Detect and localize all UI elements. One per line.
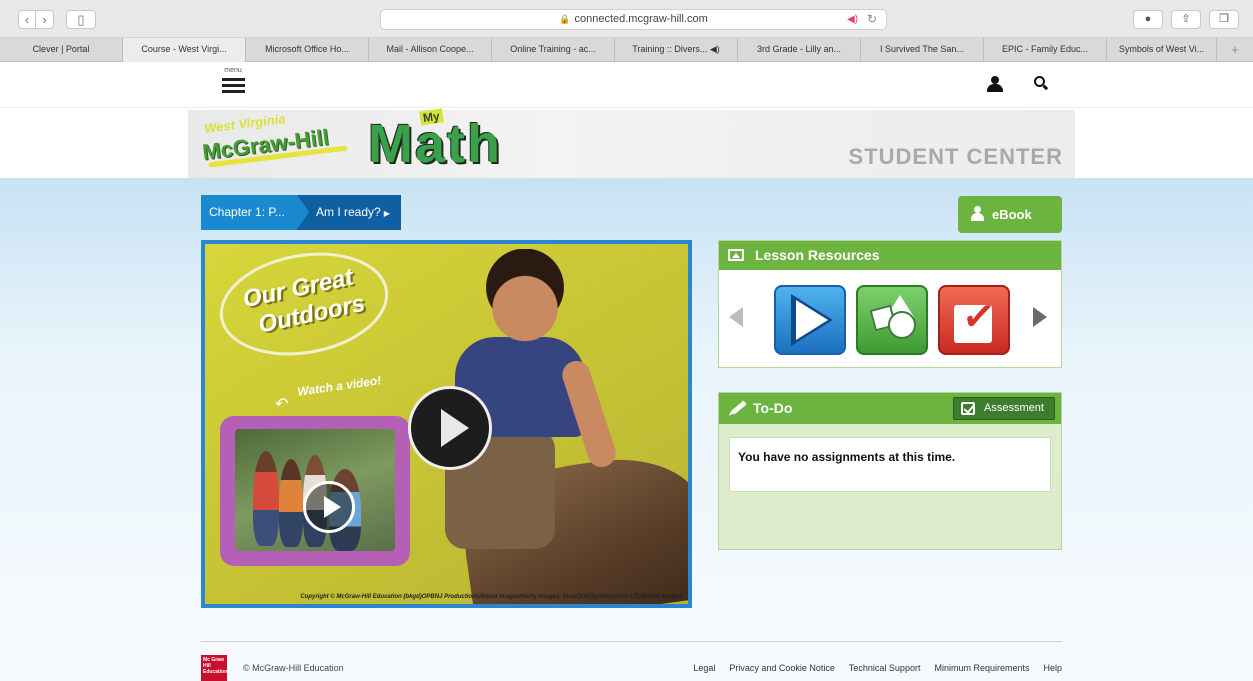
menu-button[interactable]: menu: [220, 67, 246, 97]
menu-label: menu: [224, 67, 242, 74]
browser-toolbar: ‹ › ▯ 🔒 connected.mcgraw-hill.com ◀) ↻ ● …: [0, 0, 1253, 38]
lesson-resources-title: Lesson Resources: [755, 247, 880, 263]
student-center-title: STUDENT CENTER: [848, 144, 1063, 169]
hamburger-icon: [221, 78, 245, 81]
footer-links: Legal Privacy and Cookie Notice Technica…: [693, 663, 1062, 673]
footer-divider: [201, 641, 1062, 642]
download-button[interactable]: ●: [1133, 10, 1163, 29]
hamburger-icon-bar: [221, 90, 245, 93]
address-url: connected.mcgraw-hill.com: [574, 13, 708, 25]
child-figure: [279, 459, 303, 547]
browser-tab[interactable]: I Survived The San...: [861, 38, 984, 62]
prev-arrow-icon[interactable]: [729, 307, 743, 327]
breadcrumb-current-label: Am I ready?: [316, 205, 381, 219]
pencil-icon: [731, 400, 747, 415]
footer-copyright: © McGraw-Hill Education: [243, 663, 344, 673]
browser-tab[interactable]: EPIC - Family Educ...: [984, 38, 1107, 62]
banner: West Virginia McGraw-Hill Math My STUDEN…: [188, 108, 1075, 178]
ebook-button[interactable]: eBook: [958, 196, 1062, 233]
play-icon[interactable]: [408, 386, 492, 470]
sidebar-toggle-button[interactable]: ▯: [66, 10, 96, 29]
todo-title: To-Do: [753, 400, 793, 416]
tablet-screen: [235, 429, 395, 551]
address-bar[interactable]: 🔒 connected.mcgraw-hill.com ◀) ↻: [380, 9, 887, 30]
video-panel: Our Great Outdoors Watch a video! ↶ Copy…: [201, 240, 692, 608]
lock-icon: 🔒: [559, 14, 571, 24]
user-icon[interactable]: [985, 76, 1005, 92]
curved-arrow-icon: ↶: [275, 396, 289, 413]
footer-link-support[interactable]: Technical Support: [849, 663, 921, 673]
lesson-resources-header: Lesson Resources: [719, 241, 1061, 270]
browser-tab-active[interactable]: Course - West Virgi...: [123, 38, 246, 62]
todo-panel: To-Do Assessment You have no assignments…: [718, 392, 1062, 550]
breadcrumb-chapter[interactable]: Chapter 1: P...: [201, 195, 301, 230]
forward-button[interactable]: ›: [36, 10, 54, 29]
reload-icon[interactable]: ↻: [867, 10, 877, 29]
ebook-label: eBook: [992, 207, 1032, 222]
footer-link-help[interactable]: Help: [1043, 663, 1062, 673]
hamburger-icon-bar: [221, 84, 245, 87]
next-arrow-icon[interactable]: [1033, 307, 1047, 327]
play-small-icon[interactable]: [303, 481, 355, 533]
todo-message: You have no assignments at this time.: [729, 437, 1051, 492]
checkbox-icon: [961, 402, 975, 415]
audio-icon[interactable]: ◀): [847, 10, 858, 29]
assessment-button[interactable]: Assessment: [953, 397, 1055, 420]
browser-tab[interactable]: Clever | Portal: [0, 38, 123, 62]
todo-header: To-Do Assessment: [719, 393, 1061, 424]
back-button[interactable]: ‹: [18, 10, 36, 29]
breadcrumb-current[interactable]: Am I ready? ▶: [297, 195, 401, 230]
tab-bar: Clever | Portal Course - West Virgi... M…: [0, 38, 1253, 62]
footer-link-requirements[interactable]: Minimum Requirements: [934, 663, 1029, 673]
video-resource-icon[interactable]: [774, 285, 846, 355]
browser-tab[interactable]: Microsoft Office Ho...: [246, 38, 369, 62]
footer-link-privacy[interactable]: Privacy and Cookie Notice: [729, 663, 835, 673]
reader-icon: [970, 206, 986, 222]
browser-tab[interactable]: Mail - Allison Coope...: [369, 38, 492, 62]
watch-video-label: Watch a video!: [296, 373, 383, 399]
mcgraw-hill-logo[interactable]: Mc Graw Hill Education: [201, 655, 227, 681]
new-tab-button[interactable]: +: [1217, 38, 1253, 61]
child-figure: [253, 451, 279, 546]
header-divider: [0, 107, 1253, 108]
browser-tab[interactable]: Symbols of West Vi...: [1107, 38, 1217, 62]
checkmark-resource-icon[interactable]: ✓: [938, 285, 1010, 355]
caret-right-icon: ▶: [383, 209, 390, 218]
footer-link-legal[interactable]: Legal: [693, 663, 715, 673]
browser-tab[interactable]: 3rd Grade - Lilly an...: [738, 38, 861, 62]
search-icon[interactable]: [1033, 75, 1049, 91]
assessment-label: Assessment: [984, 402, 1044, 414]
tabs-overview-button[interactable]: ❐: [1209, 10, 1239, 29]
browser-tab[interactable]: Online Training - ac...: [492, 38, 615, 62]
tablet-thumbnail[interactable]: [220, 416, 410, 566]
shapes-resource-icon[interactable]: [856, 285, 928, 355]
breadcrumb-arrow: [297, 195, 309, 229]
share-button[interactable]: ⇧: [1171, 10, 1201, 29]
video-poster[interactable]: Our Great Outdoors Watch a video! ↶ Copy…: [205, 244, 688, 604]
image-copyright: Copyright © McGraw-Hill Education (bkgd)…: [300, 594, 682, 600]
lesson-resources-panel: Lesson Resources ✓: [718, 240, 1062, 368]
browser-tab[interactable]: Training :: Divers... ◀): [615, 38, 738, 62]
image-icon: [728, 249, 744, 261]
